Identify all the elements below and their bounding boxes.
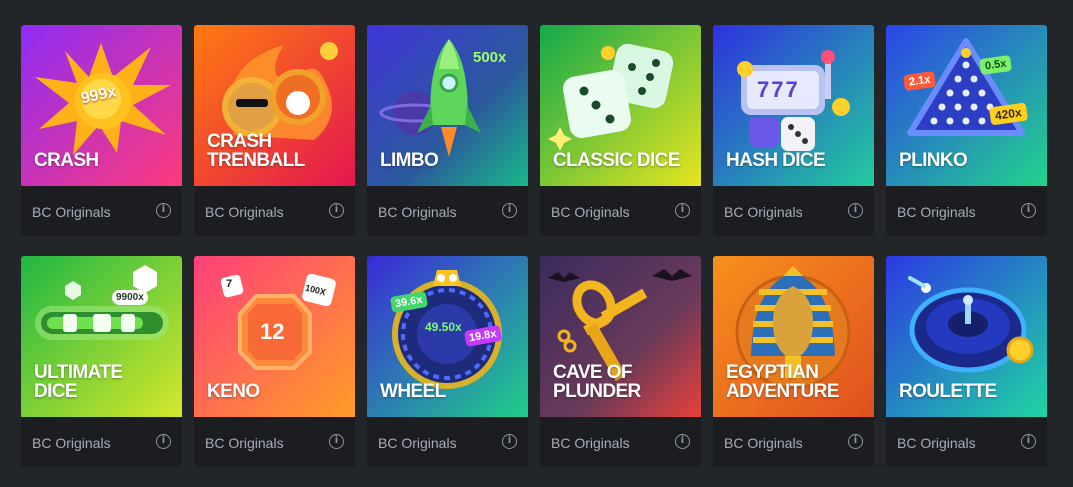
game-footer: BC Originals i — [367, 417, 528, 467]
game-card-wheel[interactable]: 39.6x 49.50x 19.8x WHEEL BC Originals i — [367, 256, 528, 467]
game-card-limbo[interactable]: 500x LIMBO BC Originals i — [367, 25, 528, 236]
game-card-ultimate-dice[interactable]: 9900x ULTIMATE DICE BC Originals i — [21, 256, 182, 467]
game-title: WHEEL — [380, 381, 446, 402]
keno-number: 12 — [260, 319, 285, 344]
info-icon[interactable]: i — [848, 434, 863, 449]
game-title: HASH DICE — [726, 150, 826, 171]
provider-label: BC Originals — [897, 204, 976, 220]
provider-label: BC Originals — [205, 204, 284, 220]
game-footer: BC Originals i — [713, 186, 874, 236]
info-icon[interactable]: i — [1021, 203, 1036, 218]
game-card-classic-dice[interactable]: CLASSIC DICE BC Originals i — [540, 25, 701, 236]
info-icon[interactable]: i — [329, 203, 344, 218]
game-footer: BC Originals i — [21, 417, 182, 467]
provider-label: BC Originals — [32, 435, 111, 451]
game-thumbnail[interactable]: CLASSIC DICE — [540, 25, 701, 186]
game-title: CRASH — [34, 150, 99, 171]
provider-label: BC Originals — [551, 435, 630, 451]
game-card-plinko[interactable]: 2.1x 0.5x 420x PLINKO BC Originals i — [886, 25, 1047, 236]
game-card-egyptian-adventure[interactable]: EGYPTIAN ADVENTURE BC Originals i — [713, 256, 874, 467]
provider-label: BC Originals — [205, 435, 284, 451]
game-footer: BC Originals i — [886, 186, 1047, 236]
provider-label: BC Originals — [724, 435, 803, 451]
game-footer: BC Originals i — [540, 417, 701, 467]
game-title: ROULETTE — [899, 381, 997, 402]
game-footer: BC Originals i — [21, 186, 182, 236]
games-grid: 999x CRASH BC Originals i CRASH TRENBALL — [21, 25, 1047, 467]
game-footer: BC Originals i — [886, 417, 1047, 467]
game-title: CRASH TRENBALL — [207, 131, 305, 171]
game-card-roulette[interactable]: ROULETTE BC Originals i — [886, 256, 1047, 467]
game-thumbnail[interactable]: 777 HASH DICE — [713, 25, 874, 186]
game-title: LIMBO — [380, 150, 439, 171]
game-title: EGYPTIAN ADVENTURE — [726, 362, 839, 402]
info-icon[interactable]: i — [1021, 434, 1036, 449]
game-footer: BC Originals i — [194, 186, 355, 236]
info-icon[interactable]: i — [156, 434, 171, 449]
provider-label: BC Originals — [551, 204, 630, 220]
game-card-keno[interactable]: 7 100X 12 KENO BC Originals i — [194, 256, 355, 467]
game-footer: BC Originals i — [540, 186, 701, 236]
info-icon[interactable]: i — [675, 203, 690, 218]
game-title: ULTIMATE DICE — [34, 362, 123, 402]
provider-label: BC Originals — [378, 435, 457, 451]
game-title: CAVE OF PLUNDER — [553, 362, 641, 402]
game-thumbnail[interactable]: 7 100X 12 KENO — [194, 256, 355, 417]
info-icon[interactable]: i — [675, 434, 690, 449]
game-card-cave-of-plunder[interactable]: CAVE OF PLUNDER BC Originals i — [540, 256, 701, 467]
slot-reel-label: 777 — [757, 77, 800, 102]
game-title: PLINKO — [899, 150, 968, 171]
keno-ball-label: 7 — [226, 278, 233, 290]
game-thumbnail[interactable]: 500x LIMBO — [367, 25, 528, 186]
multiplier-badge: 9900x — [112, 290, 148, 305]
info-icon[interactable]: i — [502, 434, 517, 449]
provider-label: BC Originals — [378, 204, 457, 220]
game-thumbnail[interactable]: CRASH TRENBALL — [194, 25, 355, 186]
provider-label: BC Originals — [32, 204, 111, 220]
game-card-hash-dice[interactable]: 777 HASH DICE BC Originals i — [713, 25, 874, 236]
info-icon[interactable]: i — [156, 203, 171, 218]
game-footer: BC Originals i — [194, 417, 355, 467]
game-card-crash-trenball[interactable]: CRASH TRENBALL BC Originals i — [194, 25, 355, 236]
game-thumbnail[interactable]: CAVE OF PLUNDER — [540, 256, 701, 417]
game-thumbnail[interactable]: 2.1x 0.5x 420x PLINKO — [886, 25, 1047, 186]
game-thumbnail[interactable]: 999x CRASH — [21, 25, 182, 186]
game-card-crash[interactable]: 999x CRASH BC Originals i — [21, 25, 182, 236]
game-thumbnail[interactable]: ROULETTE — [886, 256, 1047, 417]
game-thumbnail[interactable]: 39.6x 49.50x 19.8x WHEEL — [367, 256, 528, 417]
game-title: KENO — [207, 381, 260, 402]
info-icon[interactable]: i — [329, 434, 344, 449]
game-footer: BC Originals i — [713, 417, 874, 467]
game-footer: BC Originals i — [367, 186, 528, 236]
game-thumbnail[interactable]: 9900x ULTIMATE DICE — [21, 256, 182, 417]
game-thumbnail[interactable]: EGYPTIAN ADVENTURE — [713, 256, 874, 417]
provider-label: BC Originals — [897, 435, 976, 451]
multiplier-label: 49.50x — [425, 320, 462, 334]
multiplier-label: 500x — [473, 49, 507, 66]
info-icon[interactable]: i — [502, 203, 517, 218]
provider-label: BC Originals — [724, 204, 803, 220]
game-title: CLASSIC DICE — [553, 150, 680, 171]
info-icon[interactable]: i — [848, 203, 863, 218]
